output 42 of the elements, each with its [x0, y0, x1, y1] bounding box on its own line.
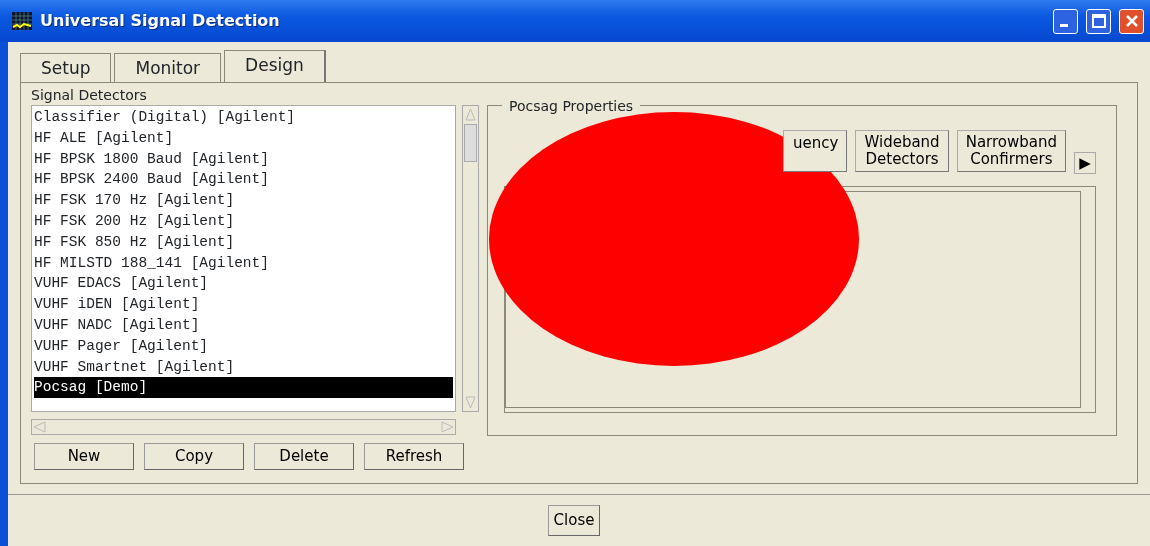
property-tab[interactable]: uency	[783, 130, 848, 172]
list-item[interactable]: HF FSK 200 Hz [Agilent]	[34, 211, 235, 232]
list-item[interactable]: VUHF Smartnet [Agilent]	[34, 356, 235, 378]
horizontal-scrollbar[interactable]	[31, 419, 456, 435]
close-dialog-button[interactable]: Close	[548, 505, 600, 536]
property-tab[interactable]: Wideband Detectors	[855, 130, 949, 172]
scroll-up-icon[interactable]	[463, 106, 478, 122]
vertical-scrollbar[interactable]	[462, 105, 479, 412]
list-item[interactable]: HF BPSK 1800 Baud [Agilent]	[34, 148, 269, 170]
list-item[interactable]: HF BPSK 2400 Baud [Agilent]	[34, 169, 269, 191]
property-tab[interactable]: Narrowband Confirmers	[956, 130, 1066, 172]
tab[interactable]: Monitor	[114, 53, 222, 82]
list-item[interactable]: HF ALE [Agilent]	[34, 127, 174, 149]
list-item[interactable]: Pocsag [Demo]	[34, 377, 453, 399]
list-item[interactable]: HF FSK 170 Hz [Agilent]	[34, 190, 235, 211]
window-title: Universal Signal Detection	[40, 10, 280, 32]
list-item[interactable]: HF MILSTD 188_141 [Agilent]	[34, 252, 269, 274]
action-button[interactable]: Delete	[254, 443, 354, 470]
scroll-down-icon[interactable]	[463, 395, 478, 411]
scroll-right-button[interactable]: ▶	[1074, 152, 1096, 174]
maximize-icon	[1091, 14, 1106, 28]
minimize-button[interactable]	[1053, 8, 1078, 34]
close-icon	[1124, 14, 1139, 28]
action-button[interactable]: Refresh	[364, 443, 464, 470]
list-item[interactable]: HF FSK 850 Hz [Agilent]	[34, 231, 235, 253]
app-icon	[12, 12, 32, 30]
list-item[interactable]: VUHF Pager [Agilent]	[34, 335, 209, 357]
scroll-left-icon[interactable]	[32, 420, 48, 434]
scroll-right-icon[interactable]	[439, 420, 455, 434]
maximize-button[interactable]	[1086, 8, 1111, 34]
close-button[interactable]	[1119, 8, 1144, 34]
list-item[interactable]: VUHF EDACS [Agilent]	[34, 273, 209, 295]
action-button[interactable]: Copy	[144, 443, 244, 470]
section-label: Signal Detectors	[31, 86, 148, 105]
action-button[interactable]: New	[34, 443, 134, 470]
list-item[interactable]: Classifier (Digital) [Agilent]	[34, 107, 296, 128]
minimize-icon	[1060, 23, 1068, 27]
list-item[interactable]: VUHF NADC [Agilent]	[34, 314, 200, 336]
list-item[interactable]: VUHF iDEN [Agilent]	[34, 294, 200, 315]
scroll-thumb[interactable]	[464, 124, 477, 162]
tab[interactable]: Design	[224, 50, 326, 82]
tab[interactable]: Setup	[20, 53, 112, 82]
